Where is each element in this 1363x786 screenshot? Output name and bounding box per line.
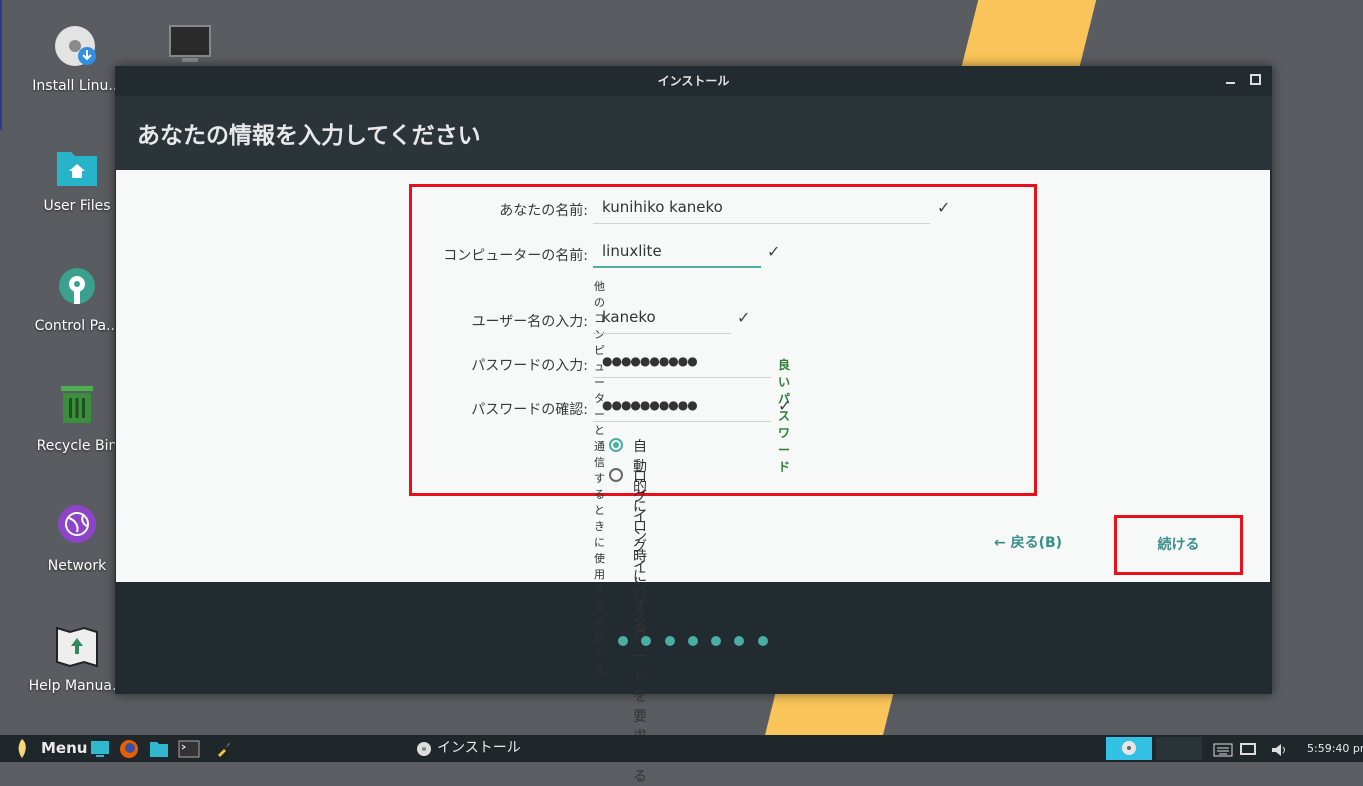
- file-manager-icon[interactable]: [149, 735, 169, 762]
- confirm-password-label: パスワードの確認:: [471, 402, 588, 418]
- clock[interactable]: 5:59:40 pm: [1307, 735, 1363, 762]
- workspace-2[interactable]: [1156, 737, 1202, 760]
- help-manual-icon: [53, 624, 101, 672]
- window-title: インストール: [657, 74, 730, 88]
- username-input[interactable]: kaneko: [593, 304, 731, 334]
- taskbar: Menu インストール 5:59:40 pm: [0, 735, 1363, 762]
- menu-feather-icon[interactable]: [14, 735, 36, 762]
- progress-dot: [664, 636, 675, 646]
- monitor-icon: [166, 24, 214, 72]
- desktop-launcher-icon[interactable]: [90, 735, 110, 762]
- volume-icon[interactable]: [1271, 735, 1289, 762]
- computer-name-input[interactable]: linuxlite: [593, 238, 761, 268]
- name-valid-icon: ✓: [937, 198, 951, 217]
- progress-dot: [711, 636, 722, 646]
- password-input[interactable]: ●●●●●●●●●●: [593, 348, 771, 378]
- page-header: あなたの情報を入力してください: [115, 96, 1272, 170]
- password-strength: 良いパスワード: [778, 358, 791, 474]
- progress-dot: [734, 636, 745, 646]
- progress-dot: [641, 636, 652, 646]
- notification-icon[interactable]: [1240, 735, 1256, 762]
- minimize-icon[interactable]: [1224, 72, 1238, 86]
- continue-button[interactable]: 続ける: [1116, 517, 1241, 573]
- desktop-edge: [0, 0, 2, 130]
- computer-name-label: コンピューターの名前:: [443, 248, 588, 264]
- password-label: パスワードの入力:: [471, 358, 588, 374]
- name-label: あなたの名前:: [499, 203, 588, 219]
- progress-dot: [687, 636, 698, 646]
- highlight-box-form: [409, 184, 1037, 496]
- paint-brush-icon[interactable]: [216, 735, 232, 762]
- maximize-icon[interactable]: [1248, 72, 1262, 86]
- username-valid-icon: ✓: [737, 308, 751, 327]
- keyboard-icon[interactable]: [1213, 735, 1233, 762]
- task-installer[interactable]: インストール: [437, 735, 521, 762]
- network-globe-icon: [53, 504, 101, 552]
- home-folder-icon: [53, 144, 101, 192]
- install-disc-icon: [53, 24, 101, 72]
- terminal-icon[interactable]: [178, 735, 200, 762]
- require-password-radio[interactable]: [609, 468, 623, 482]
- trash-icon: [53, 384, 101, 432]
- wallpaper-stripe: [961, 0, 1097, 66]
- control-panel-icon: [53, 264, 101, 312]
- task-installer-icon[interactable]: [416, 735, 432, 762]
- name-input[interactable]: kunihiko kaneko: [593, 194, 930, 224]
- progress-dot: [618, 636, 628, 646]
- back-button[interactable]: ← 戻る(B): [994, 532, 1062, 552]
- firefox-icon[interactable]: [119, 735, 139, 762]
- progress-dot: [757, 636, 768, 646]
- page-title: あなたの情報を入力してください: [137, 123, 481, 149]
- installer-window: インストール あなたの情報を入力してください あなたの名前: kunihiko …: [115, 66, 1272, 785]
- menu-button[interactable]: Menu: [41, 735, 87, 762]
- confirm-password-input[interactable]: ●●●●●●●●●●: [593, 392, 771, 422]
- form-content: あなたの名前: kunihiko kaneko ✓ コンピューターの名前: li…: [116, 170, 1270, 785]
- wallpaper-stripe: [764, 694, 894, 735]
- username-label: ユーザー名の入力:: [471, 314, 588, 330]
- auto-login-radio[interactable]: [609, 438, 623, 452]
- window-titlebar[interactable]: インストール: [115, 66, 1272, 96]
- confirm-valid-icon: ✓: [778, 396, 792, 415]
- workspace-1[interactable]: [1106, 737, 1152, 760]
- progress-dots: [618, 631, 781, 650]
- computer-valid-icon: ✓: [767, 242, 781, 261]
